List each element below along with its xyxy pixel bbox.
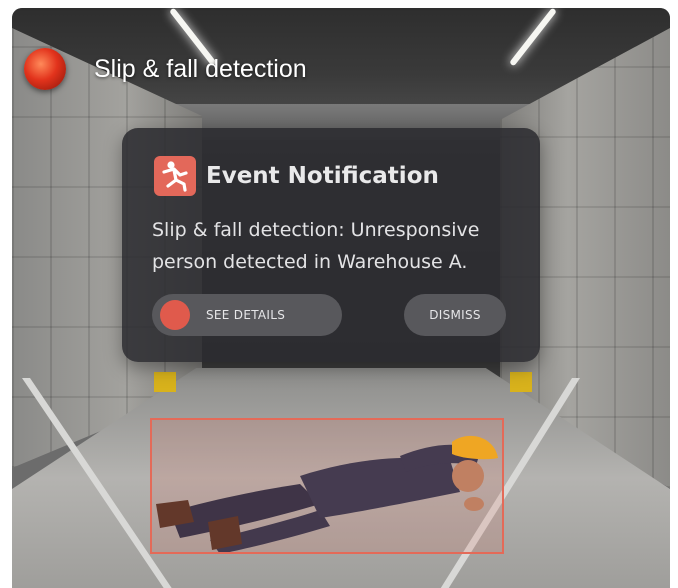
camera-title: Slip & fall detection	[94, 55, 307, 83]
event-notification-card: Event Notification Slip & fall detection…	[122, 128, 540, 362]
person-falling-icon	[154, 156, 196, 196]
see-details-button[interactable]: SEE DETAILS	[152, 294, 342, 336]
notification-message: Slip & fall detection: Unresponsive pers…	[152, 219, 480, 273]
notification-title: Event Notification	[206, 163, 439, 189]
details-dot-icon	[160, 300, 190, 330]
see-details-label: SEE DETAILS	[206, 308, 286, 322]
detection-bounding-box	[150, 418, 504, 554]
safety-post	[154, 372, 176, 392]
recording-dot-icon	[24, 48, 66, 90]
dismiss-button[interactable]: DISMISS	[404, 294, 506, 336]
safety-post	[510, 372, 532, 392]
